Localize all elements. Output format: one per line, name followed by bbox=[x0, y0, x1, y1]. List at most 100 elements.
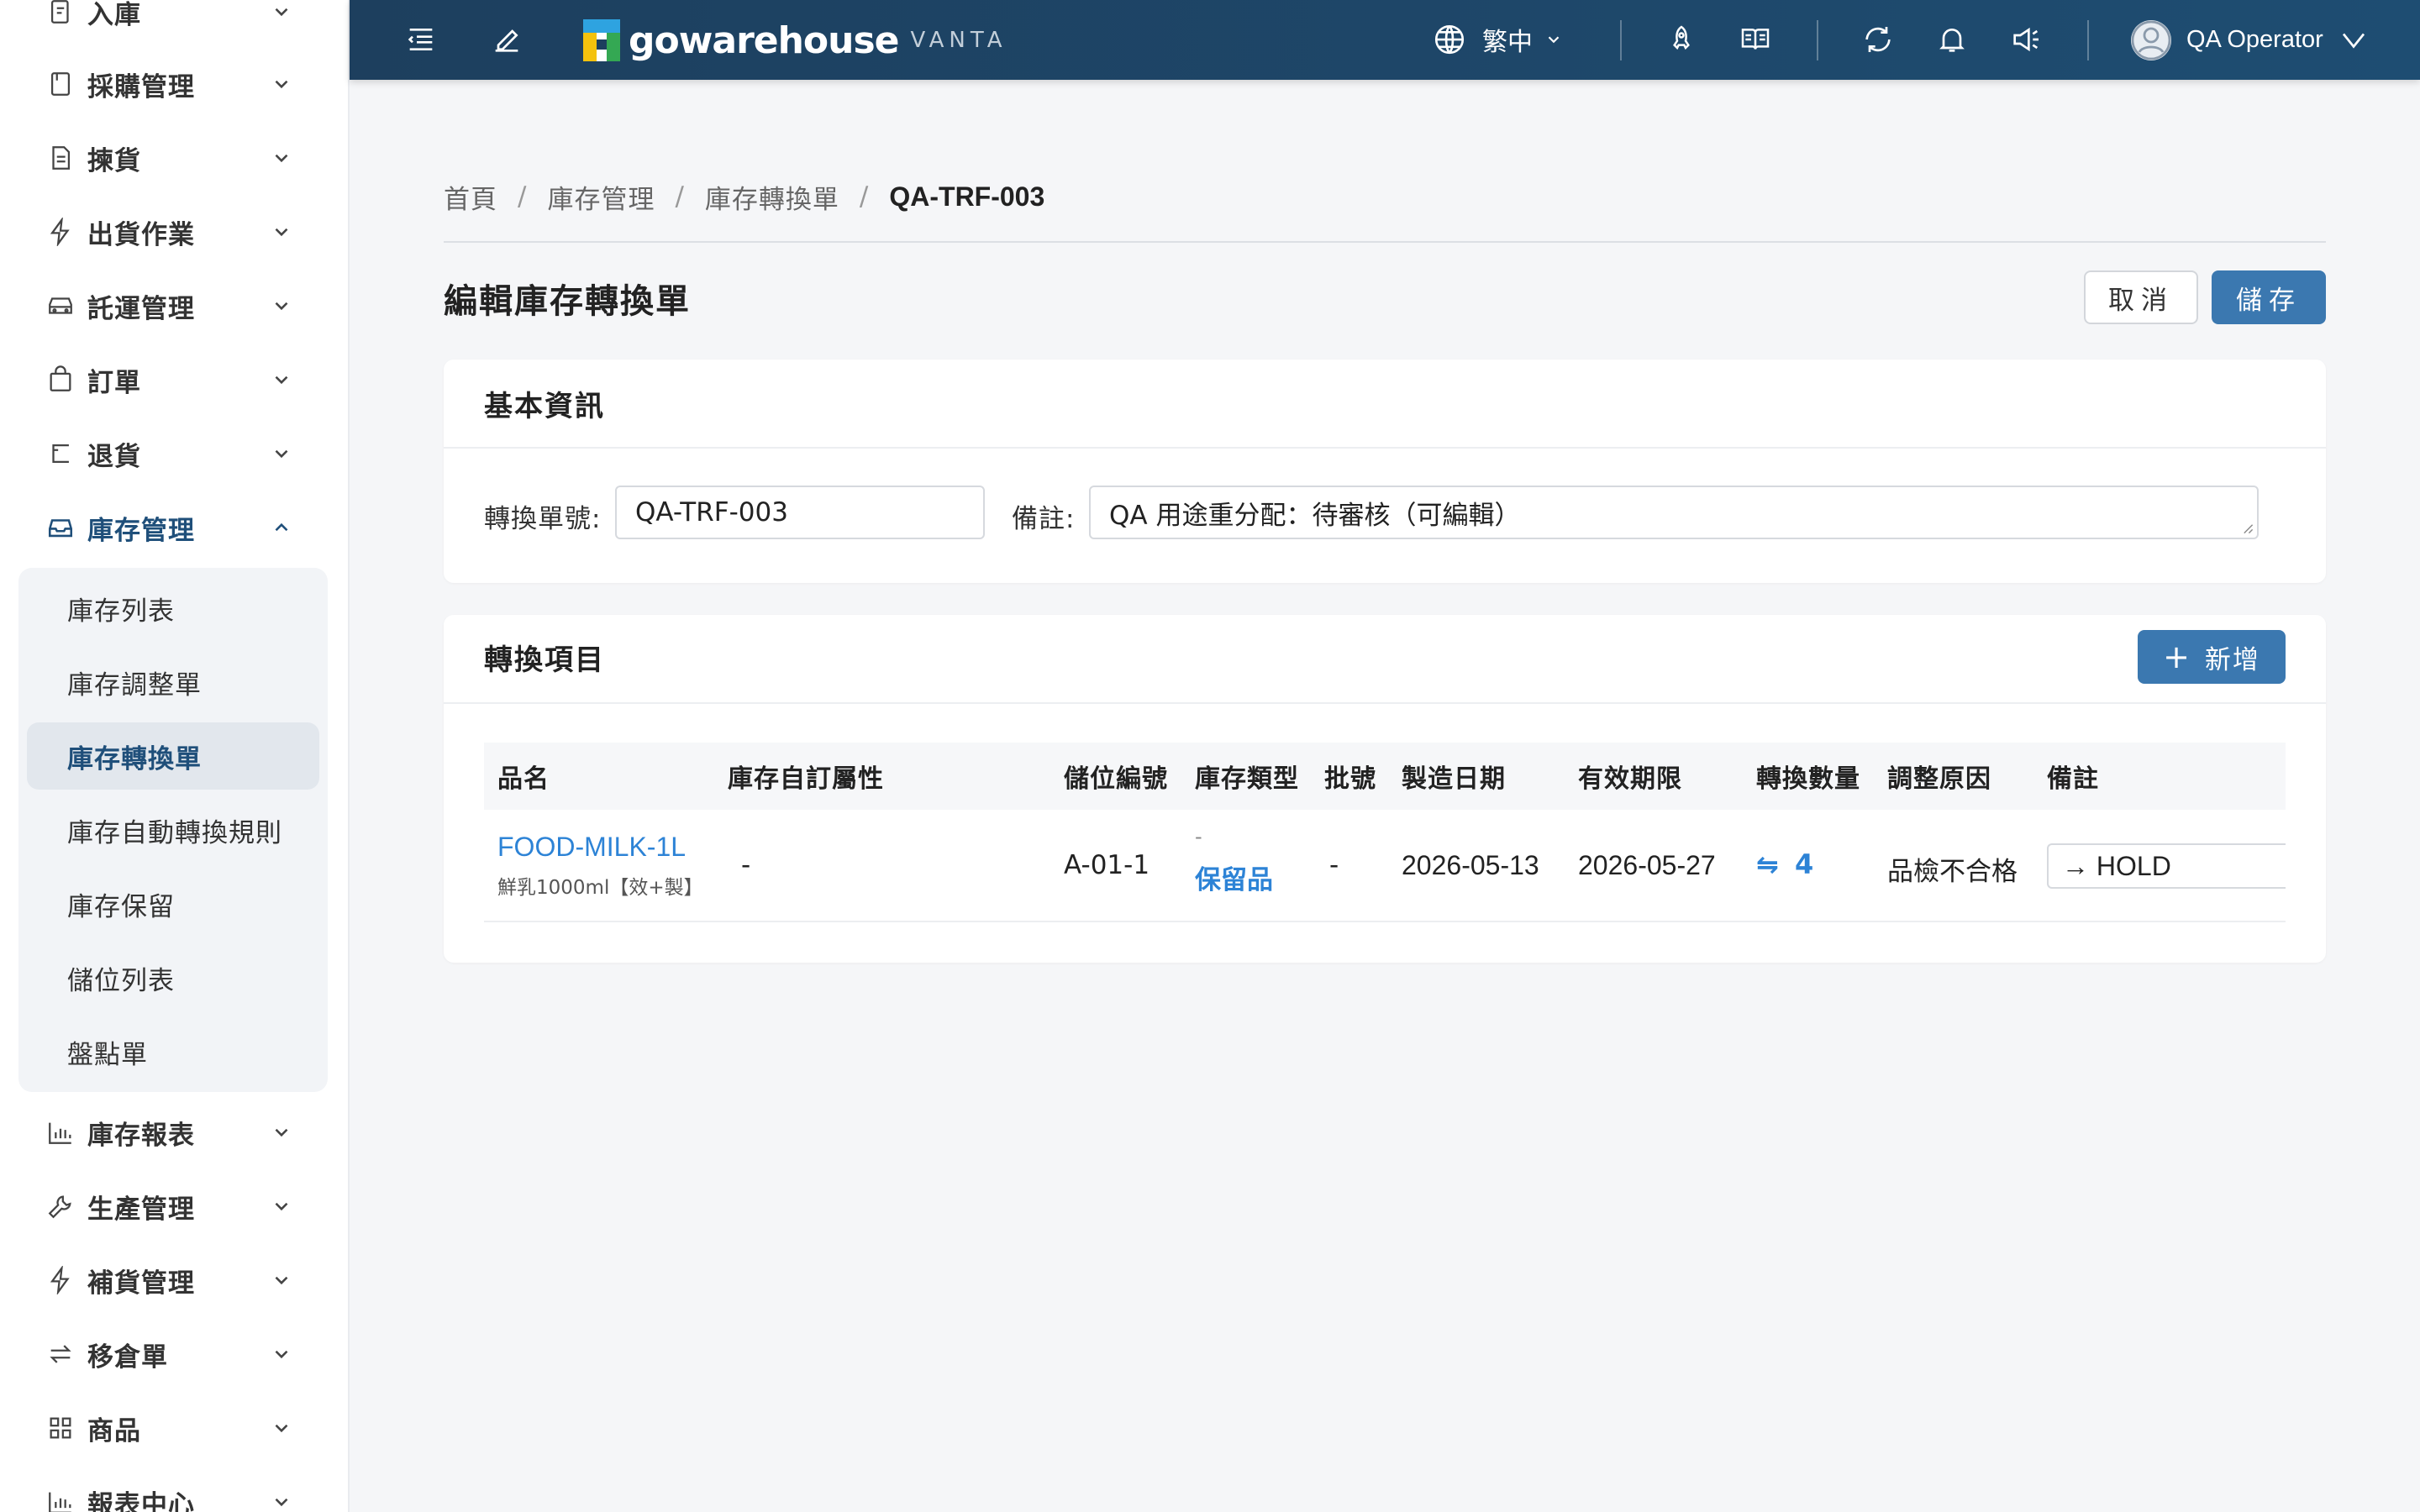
announcement-button[interactable] bbox=[2005, 18, 2047, 60]
chevron-down-icon bbox=[267, 291, 296, 320]
sidebar-item-products[interactable]: 商品 bbox=[0, 1394, 348, 1462]
sidebar-item-label: 移倉單 bbox=[87, 1341, 168, 1373]
bar-chart-icon bbox=[44, 1116, 77, 1149]
order-no-label: 轉換單號: bbox=[484, 504, 602, 534]
cancel-button[interactable]: 取消 bbox=[2084, 270, 2198, 324]
sidebar-item-label: 商品 bbox=[87, 1415, 141, 1446]
sidebar-item-orders[interactable]: 訂單 bbox=[0, 346, 348, 413]
chevron-down-icon bbox=[267, 1266, 296, 1294]
menu-fold-icon bbox=[408, 29, 433, 50]
sidebar-item-replenishment[interactable]: 補貨管理 bbox=[0, 1247, 348, 1314]
product-sku-link[interactable]: FOOD-MILK-1L bbox=[497, 832, 703, 863]
chevron-down-icon bbox=[267, 439, 296, 468]
table-row: FOOD-MILK-1L 鮮乳1000ml【效+製】 - A-01-1 - 保留… bbox=[484, 811, 2286, 922]
sidebar-item-carrier[interactable]: 託運管理 bbox=[0, 272, 348, 339]
user-menu[interactable]: QA Operator bbox=[2131, 0, 2369, 80]
conversion-items-title: 轉換項目 bbox=[484, 643, 605, 677]
refresh-button[interactable] bbox=[1857, 18, 1899, 60]
breadcrumb: 首頁 / 庫存管理 / 庫存轉換單 / QA-TRF-003 bbox=[444, 176, 1044, 217]
submenu-item-location-list[interactable]: 儲位列表 bbox=[27, 944, 319, 1011]
launch-button[interactable] bbox=[1660, 18, 1702, 60]
breadcrumb-inventory[interactable]: 庫存管理 bbox=[547, 178, 655, 216]
chevron-down-icon bbox=[1548, 36, 1560, 44]
inbound-icon bbox=[44, 0, 77, 29]
note-value: QA 用途重分配：待審核（可編輯） bbox=[1109, 500, 1521, 531]
save-button[interactable]: 儲存 bbox=[2212, 270, 2326, 324]
sidebar-item-label: 庫存報表 bbox=[87, 1120, 195, 1151]
submenu-item-inventory-adjustment[interactable]: 庫存調整單 bbox=[27, 648, 319, 716]
sidebar-item-label: 退貨 bbox=[87, 441, 141, 472]
row-note-value: → HOLD bbox=[2062, 850, 2171, 881]
app-logo[interactable]: gowarehouse VANTA bbox=[583, 17, 1007, 64]
batch-cell: - bbox=[1329, 850, 1339, 880]
sidebar-item-inventory-report[interactable]: 庫存報表 bbox=[0, 1099, 348, 1166]
column-header-batch: 批號 bbox=[1324, 764, 1376, 794]
order-no-field[interactable]: QA-TRF-003 bbox=[615, 486, 985, 539]
logo-mark-icon bbox=[583, 19, 620, 61]
submenu-item-label: 儲位列表 bbox=[67, 965, 175, 996]
chevron-down-icon bbox=[267, 1488, 296, 1512]
user-icon bbox=[2131, 20, 2171, 60]
convert-arrows-icon: ⇋ bbox=[1756, 848, 1779, 880]
sidebar-item-label: 報表中心 bbox=[87, 1489, 195, 1512]
sidebar-item-picking[interactable]: 揀貨 bbox=[0, 124, 348, 192]
qty-cell: ⇋ 4 bbox=[1756, 848, 1813, 880]
edit-button[interactable] bbox=[486, 18, 528, 60]
column-header-reason: 調整原因 bbox=[1887, 764, 1991, 794]
bar-chart-icon bbox=[44, 1485, 77, 1512]
sidebar-item-inventory[interactable]: 庫存管理 bbox=[0, 494, 348, 561]
truck-icon bbox=[44, 289, 77, 323]
note-label: 備註: bbox=[1012, 504, 1076, 534]
rocket-icon bbox=[1673, 25, 1690, 50]
basic-info-card: 基本資訊 轉換單號: QA-TRF-003 備註: QA 用途重分配：待審核（可… bbox=[444, 360, 2326, 583]
notifications-button[interactable] bbox=[1931, 18, 1973, 60]
stock-type-cell: - 保留品 bbox=[1195, 827, 1273, 896]
return-icon bbox=[44, 437, 77, 470]
chevron-down-icon bbox=[267, 144, 296, 172]
user-name: QA Operator bbox=[2186, 26, 2323, 53]
custom-attr-cell: - bbox=[741, 850, 751, 880]
submenu-item-label: 庫存保留 bbox=[67, 891, 175, 922]
breadcrumb-conversion-list[interactable]: 庫存轉換單 bbox=[705, 178, 839, 216]
sidebar-item-production[interactable]: 生產管理 bbox=[0, 1173, 348, 1240]
docs-button[interactable] bbox=[1734, 18, 1776, 60]
breadcrumb-current: QA-TRF-003 bbox=[889, 181, 1045, 212]
language-selector[interactable]: 繁中 bbox=[1432, 18, 1563, 60]
submenu-item-inventory-reservation[interactable]: 庫存保留 bbox=[27, 870, 319, 937]
sidebar-item-warehouse-transfer[interactable]: 移倉單 bbox=[0, 1320, 348, 1388]
chevron-down-icon bbox=[267, 1414, 296, 1442]
submenu-item-auto-conversion-rules[interactable]: 庫存自動轉換規則 bbox=[27, 796, 319, 864]
menu-collapse-button[interactable] bbox=[400, 18, 442, 60]
add-item-button[interactable]: + 新增 bbox=[2138, 630, 2286, 684]
breadcrumb-home[interactable]: 首頁 bbox=[444, 178, 497, 216]
product-name: 鮮乳1000ml【效+製】 bbox=[497, 877, 703, 899]
sidebar-item-inbound[interactable]: 入庫 bbox=[0, 0, 348, 45]
sidebar-item-label: 出貨作業 bbox=[87, 219, 195, 250]
submenu-item-label: 盤點單 bbox=[67, 1039, 148, 1070]
sidebar-item-label: 託運管理 bbox=[87, 293, 195, 324]
pencil-icon bbox=[495, 29, 518, 52]
language-label: 繁中 bbox=[1482, 28, 1533, 57]
stock-type-from: - bbox=[1195, 825, 1202, 848]
submenu-item-inventory-list[interactable]: 庫存列表 bbox=[27, 575, 319, 642]
row-note-field[interactable]: → HOLD bbox=[2047, 843, 2286, 889]
sidebar-item-report-center[interactable]: 報表中心 bbox=[0, 1468, 348, 1512]
topbar-divider bbox=[2087, 20, 2089, 60]
card-divider bbox=[444, 447, 2326, 449]
submenu-item-inventory-conversion[interactable]: 庫存轉換單 bbox=[27, 722, 319, 790]
sidebar-item-purchase[interactable]: 採購管理 bbox=[0, 50, 348, 118]
resize-handle-icon[interactable] bbox=[2242, 522, 2254, 534]
sidebar-item-returns[interactable]: 退貨 bbox=[0, 420, 348, 487]
sidebar-item-shipping[interactable]: 出貨作業 bbox=[0, 198, 348, 265]
transfer-icon bbox=[44, 1337, 77, 1371]
sidebar-item-label: 揀貨 bbox=[87, 145, 141, 176]
submenu-item-stocktake[interactable]: 盤點單 bbox=[27, 1018, 319, 1085]
submenu-item-label: 庫存自動轉換規則 bbox=[67, 817, 282, 848]
reason-cell: 品檢不合格 bbox=[1887, 857, 2018, 887]
topbar-divider bbox=[1817, 20, 1818, 60]
chevron-down-icon bbox=[267, 0, 296, 26]
refresh-icon bbox=[1865, 27, 1891, 52]
header-divider bbox=[444, 241, 2326, 243]
column-header-note: 備註 bbox=[2047, 764, 2099, 794]
note-textarea[interactable]: QA 用途重分配：待審核（可編輯） bbox=[1089, 486, 2259, 539]
